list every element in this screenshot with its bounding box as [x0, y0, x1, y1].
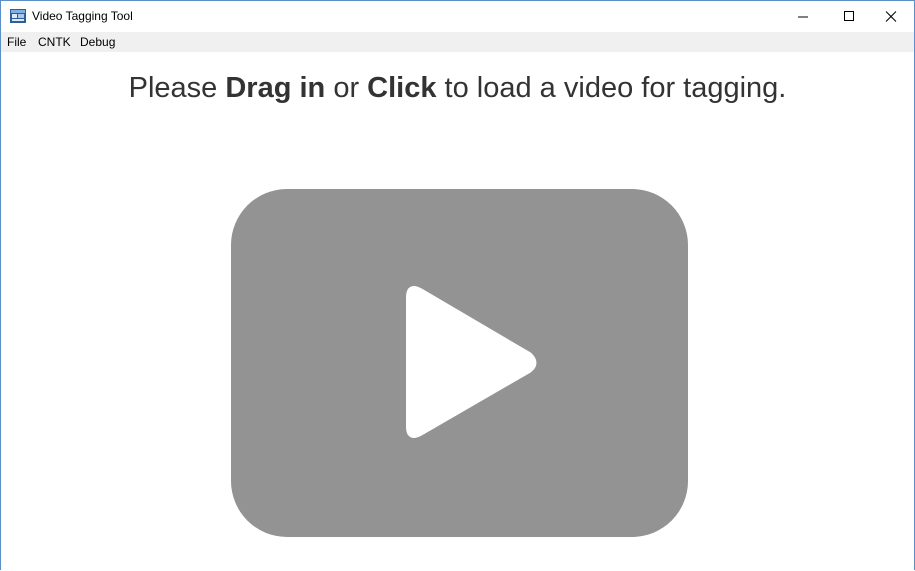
minimize-icon — [798, 16, 808, 18]
window-title: Video Tagging Tool — [32, 9, 133, 23]
app-window: Video Tagging Tool File CNTK Debug Pleas… — [0, 0, 915, 570]
maximize-button[interactable] — [826, 1, 872, 31]
prompt-text-1: Please — [128, 72, 226, 104]
play-icon — [406, 286, 537, 438]
menu-debug[interactable]: Debug — [80, 35, 115, 49]
maximize-icon — [844, 11, 854, 21]
title-bar[interactable]: Video Tagging Tool — [1, 1, 914, 31]
close-icon — [885, 11, 897, 22]
prompt-click: Click — [367, 72, 437, 104]
minimize-button[interactable] — [780, 1, 826, 31]
menu-file[interactable]: File — [7, 35, 26, 49]
menu-bar: File CNTK Debug — [1, 32, 914, 52]
load-video-prompt: Please Drag in or Click to load a video … — [1, 70, 914, 106]
prompt-drag-in: Drag in — [225, 72, 326, 104]
close-button[interactable] — [868, 1, 914, 31]
prompt-text-3: to load a video for tagging. — [436, 72, 787, 104]
menu-cntk[interactable]: CNTK — [38, 35, 71, 49]
video-dropzone[interactable] — [231, 189, 688, 537]
app-icon — [10, 9, 26, 23]
prompt-text-2: or — [325, 72, 368, 104]
